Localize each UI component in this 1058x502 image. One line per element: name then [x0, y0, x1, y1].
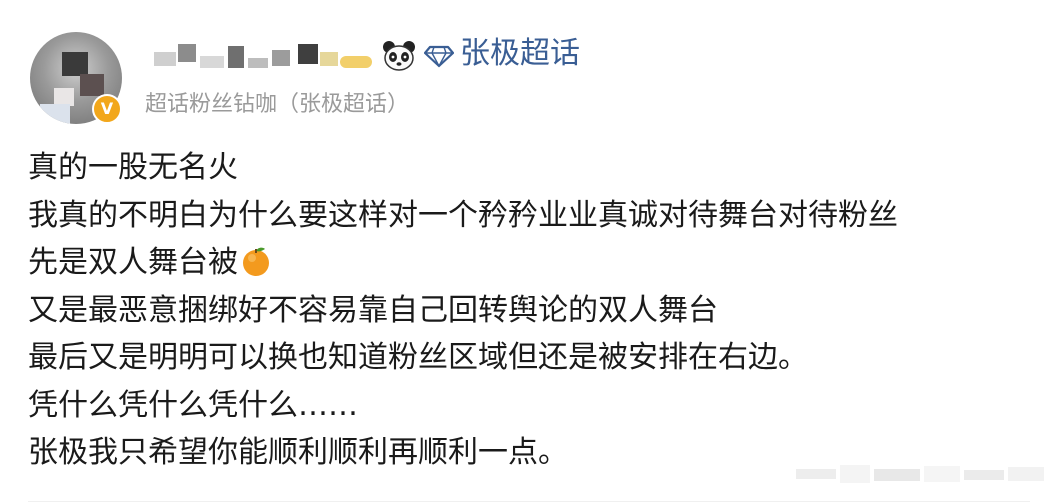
post-text-line: 又是最恶意捆绑好不容易靠自己回转舆论的双人舞台: [28, 292, 718, 328]
post-text-line: 先是双人舞台被: [28, 239, 1048, 287]
orange-emoji-icon: [243, 247, 269, 276]
post-text-line: 凭什么凭什么凭什么……: [28, 387, 358, 423]
watermark-redacted: [796, 465, 1044, 483]
username-redacted[interactable]: [148, 40, 378, 76]
diamond-icon: [424, 45, 454, 68]
post-header: V 张极超话 超话粉丝钻咖（张极超话）: [0, 0, 1058, 130]
user-subtitle: 超话粉丝钻咖（张极超话）: [145, 92, 410, 117]
panda-icon: [383, 41, 415, 71]
verified-badge-icon: V: [92, 94, 122, 124]
post-text-line: 真的一股无名火: [28, 150, 238, 185]
supertopic-link[interactable]: 张极超话: [460, 34, 580, 74]
post-text-line: 我真的不明白为什么要这样对一个矜矜业业真诚对待舞台对待粉丝: [28, 197, 898, 233]
post-content: 真的一股无名火 我真的不明白为什么要这样对一个矜矜业业真诚对待舞台对待粉丝 先是…: [28, 144, 1048, 477]
post-text-span: 先是双人舞台被: [28, 245, 238, 280]
post-text-line: 最后又是明明可以换也知道粉丝区域但还是被安排在右边。: [28, 340, 808, 375]
